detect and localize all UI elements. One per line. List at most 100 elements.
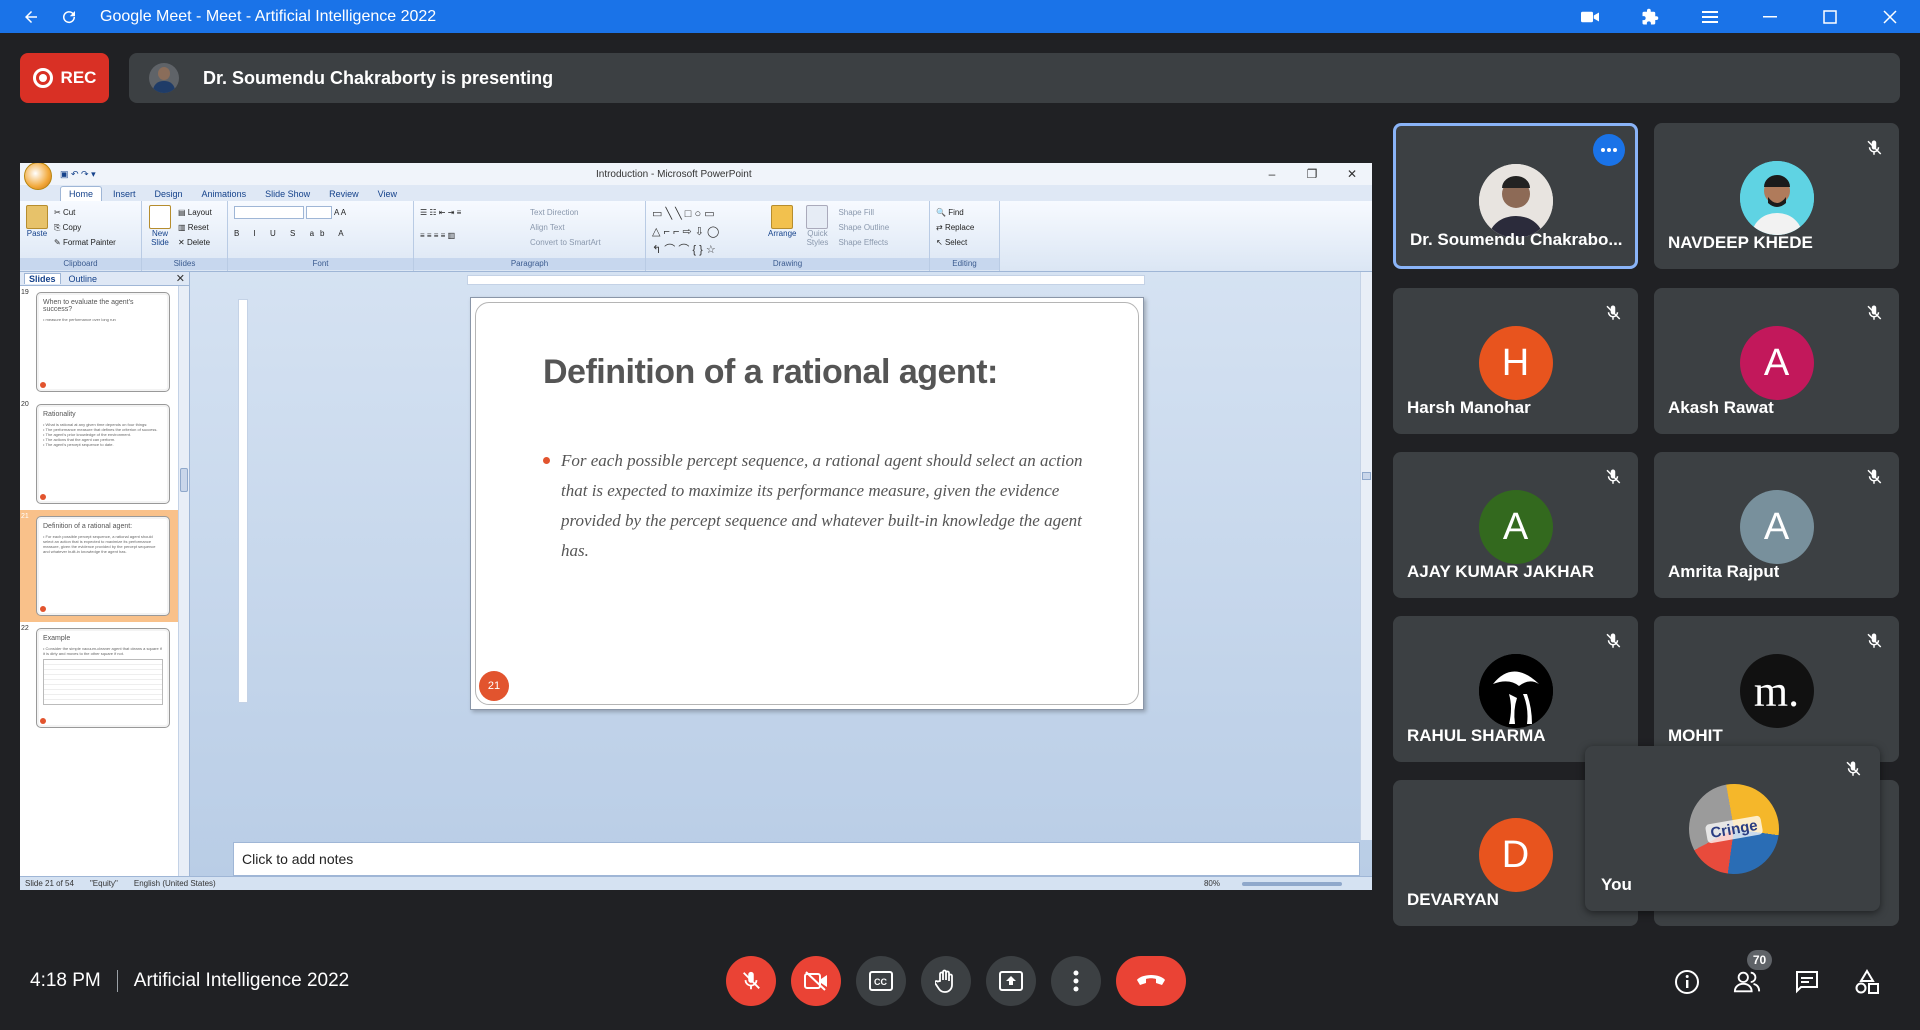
extensions-puzzle-icon[interactable] [1620, 0, 1680, 33]
mic-toggle-button[interactable] [726, 956, 776, 1006]
camera-icon[interactable] [1560, 0, 1620, 33]
close-icon[interactable] [1860, 0, 1920, 33]
participant-tile[interactable]: RAHUL SHARMA [1393, 616, 1638, 762]
ppt-close-icon[interactable]: ✕ [1332, 167, 1372, 181]
thumbnail-number: 21 [21, 513, 29, 520]
convert-smartart-button[interactable]: Convert to SmartArt [530, 235, 601, 250]
leave-call-button[interactable] [1116, 956, 1186, 1006]
recording-badge[interactable]: REC [20, 53, 109, 103]
activities-button[interactable] [1853, 968, 1881, 996]
quick-access-icons[interactable]: ▣ ↶ ↷ ▾ [60, 169, 96, 180]
paste-button[interactable]: Paste [26, 205, 48, 250]
outline-tab[interactable]: Outline [69, 274, 98, 284]
slides-scroll-thumb[interactable] [180, 468, 188, 492]
maximize-icon[interactable] [1800, 0, 1860, 33]
slide-title[interactable]: Definition of a rational agent: [543, 353, 998, 392]
tab-insert[interactable]: Insert [105, 187, 144, 201]
select-button[interactable]: ↖ Select [936, 235, 993, 250]
menu-icon[interactable] [1680, 0, 1740, 33]
slide-thumbnail[interactable]: 22 Example • Consider the simple vacuum-c… [20, 622, 189, 734]
notes-pane[interactable]: Click to add notes [233, 842, 1360, 876]
participant-tile[interactable]: A Akash Rawat [1654, 288, 1899, 434]
quick-styles-icon [806, 205, 829, 229]
shape-effects-button[interactable]: Shape Effects [838, 235, 889, 250]
clipboard-group: Paste ✂ Cut ⎘ Copy ✎ Format Painter Clip… [20, 201, 142, 271]
drawing-group-label: Drawing [646, 258, 929, 270]
back-arrow-icon[interactable] [16, 0, 46, 33]
meeting-details-button[interactable] [1673, 968, 1701, 996]
tab-home[interactable]: Home [60, 186, 103, 201]
paragraph-group-label: Paragraph [414, 258, 645, 270]
office-button-icon[interactable] [24, 163, 52, 190]
quick-styles-button[interactable]: Quick Styles [804, 205, 830, 259]
main-scrollbar[interactable] [1360, 272, 1372, 840]
more-options-button[interactable] [1051, 956, 1101, 1006]
more-options-icon[interactable] [1593, 134, 1625, 166]
font-name-box[interactable] [234, 206, 304, 220]
shape-fill-button[interactable]: Shape Fill [838, 205, 889, 220]
text-direction-button[interactable]: Text Direction [530, 205, 601, 220]
cut-button[interactable]: ✂ Cut [54, 205, 116, 220]
shapes-gallery[interactable]: ▭ ╲ ╲ □ ○ ▭ △ ⌐ ⌐ ⇨ ⇩ ◯ ↰ ⌒ ⌒ { } ☆ [652, 205, 760, 259]
divider [116, 970, 118, 992]
ppt-minimize-icon[interactable]: – [1252, 167, 1292, 181]
font-size-box[interactable] [306, 206, 333, 220]
participant-tile[interactable]: NAVDEEP KHEDE [1654, 123, 1899, 269]
new-slide-button[interactable]: New Slide [148, 205, 172, 250]
font-format-buttons[interactable]: B I U S ab A [234, 226, 407, 241]
slides-scrollbar[interactable] [178, 286, 189, 876]
status-language: English (United States) [133, 879, 216, 888]
ppt-restore-icon[interactable]: ❐ [1292, 167, 1332, 181]
thumbnail-marker [40, 382, 46, 388]
replace-button[interactable]: ⇄ Replace [936, 220, 993, 235]
participant-tile[interactable]: Dr. Soumendu Chakrabo... [1393, 123, 1638, 269]
slides-tab[interactable]: Slides [24, 273, 61, 284]
tab-design[interactable]: Design [147, 187, 191, 201]
tab-review[interactable]: Review [321, 187, 367, 201]
zoom-slider[interactable] [1242, 881, 1342, 886]
main-scroll-thumb[interactable] [1362, 472, 1371, 480]
new-slide-label: New Slide [151, 229, 169, 247]
camera-toggle-button[interactable] [791, 956, 841, 1006]
status-zoom[interactable]: 80% [1204, 879, 1220, 888]
participant-tile[interactable]: A AJAY KUMAR JAKHAR [1393, 452, 1638, 598]
font-group: A A B I U S ab A Font [228, 201, 414, 271]
slides-group-label: Slides [142, 258, 227, 270]
people-button[interactable] [1733, 968, 1761, 996]
participant-tile[interactable]: H Harsh Manohar [1393, 288, 1638, 434]
tab-view[interactable]: View [370, 187, 405, 201]
copy-button[interactable]: ⎘ Copy [54, 220, 116, 235]
layout-button[interactable]: ▤ Layout [178, 205, 212, 220]
shape-outline-button[interactable]: Shape Outline [838, 220, 889, 235]
slide-thumbnail-selected[interactable]: 21 Definition of a rational agent: • For … [20, 510, 189, 622]
raise-hand-button[interactable] [921, 956, 971, 1006]
slide-thumbnail[interactable]: 19 When to evaluate the agent's success?… [20, 286, 189, 398]
arrange-button[interactable]: Arrange [768, 205, 796, 259]
tab-slide-show[interactable]: Slide Show [257, 187, 318, 201]
captions-button[interactable]: CC [856, 956, 906, 1006]
slide-thumbnail[interactable]: 20 Rationality • What is rational at any… [20, 398, 189, 510]
align-text-button[interactable]: Align Text [530, 220, 601, 235]
find-button[interactable]: 🔍 Find [936, 205, 993, 220]
present-screen-button[interactable] [986, 956, 1036, 1006]
align-buttons[interactable]: ≡ ≡ ≡ ≡ ▥ [420, 228, 520, 243]
participant-tile[interactable]: m. MOHIT [1654, 616, 1899, 762]
list-buttons[interactable]: ☰ ☷ ⇤ ⇥ ≡ [420, 205, 520, 220]
reload-icon[interactable] [54, 0, 84, 33]
activities-icon [1855, 969, 1879, 994]
tab-animations[interactable]: Animations [194, 187, 255, 201]
ribbon-tabs: Home Insert Design Animations Slide Show… [20, 185, 1372, 201]
reset-button[interactable]: ▥ Reset [178, 220, 212, 235]
thumbnail-line: • measure the performance over long run [43, 317, 116, 322]
quick-styles-label: Quick Styles [806, 229, 829, 247]
slide-canvas[interactable]: Definition of a rational agent: For each… [470, 297, 1144, 710]
participant-tile[interactable]: A Amrita Rajput [1654, 452, 1899, 598]
minimize-icon[interactable] [1740, 0, 1800, 33]
arrange-icon [771, 205, 794, 229]
delete-button[interactable]: ✕ Delete [178, 235, 212, 250]
format-painter-button[interactable]: ✎ Format Painter [54, 235, 116, 250]
chat-button[interactable] [1793, 968, 1821, 996]
close-pane-icon[interactable]: ✕ [176, 272, 185, 285]
self-view-tile[interactable]: Cringe You [1585, 746, 1880, 911]
slide-bullet-text[interactable]: For each possible percept sequence, a ra… [543, 446, 1103, 566]
